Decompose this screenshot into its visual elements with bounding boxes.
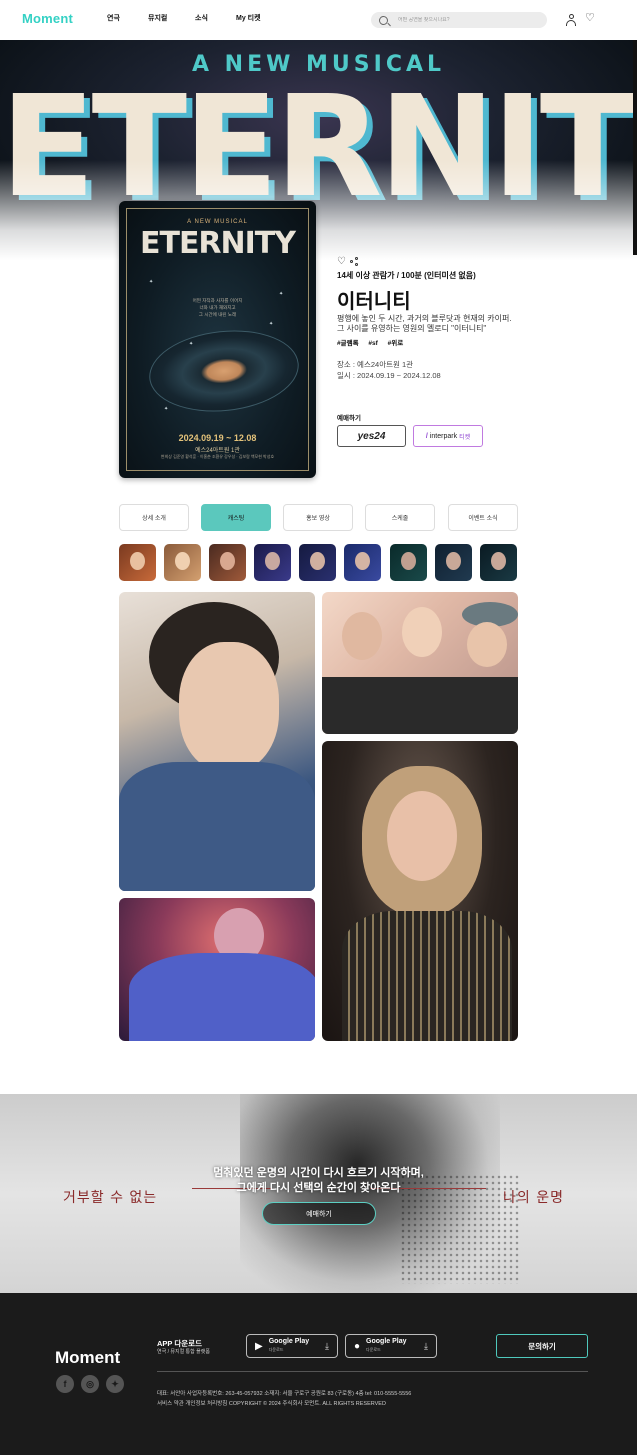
rating-runtime: 14세 이상 관람가 / 100분 (인터미션 없음): [337, 271, 476, 280]
scrollbar[interactable]: [633, 40, 637, 255]
nav-item-play[interactable]: 연극: [107, 13, 120, 23]
tag[interactable]: #위로: [388, 340, 404, 347]
cast-thumbnail[interactable]: [344, 544, 381, 581]
app-download-subtitle: 연극 / 뮤지컬 통합 플랫폼: [157, 1349, 210, 1355]
cast-thumbnail[interactable]: [299, 544, 336, 581]
banner-right-text: 나의 운명: [503, 1190, 564, 1206]
gallery-photo[interactable]: [119, 592, 315, 891]
star-icon: ✦: [189, 341, 194, 347]
cast-thumbnail[interactable]: [480, 544, 517, 581]
interpark-label: interpark: [429, 432, 458, 440]
cast-thumbnail[interactable]: [254, 544, 291, 581]
tab-events[interactable]: 이벤트 소식: [448, 504, 518, 531]
cast-thumbnail[interactable]: [164, 544, 201, 581]
google-play-icon: ▶: [255, 1340, 263, 1352]
poster-text-line: 너와 내가 재와지고: [199, 306, 236, 311]
cast-thumbnail[interactable]: [435, 544, 472, 581]
like-icon[interactable]: ♡: [337, 256, 346, 267]
venue-info: 장소 : 예스24아트원 1관 일시 : 2024.09.19 ~ 2024.1…: [337, 359, 441, 381]
venue-place: 장소 : 예스24아트원 1관: [337, 360, 414, 369]
download-icon: ⤓: [325, 1341, 329, 1351]
show-description: 평행에 놓인 두 시간, 과거의 블루닷과 현재의 카이퍼. 그 사이를 유영하…: [337, 314, 537, 334]
interpark-ticket-label: 티켓: [459, 434, 471, 441]
description-line: 평행에 놓인 두 시간, 과거의 블루닷과 현재의 카이퍼.: [337, 314, 512, 323]
apple-icon: ●: [354, 1340, 361, 1352]
tab-casting[interactable]: 캐스팅: [201, 504, 271, 531]
download-icon: ⤓: [424, 1341, 428, 1351]
tag[interactable]: #sf: [368, 340, 377, 347]
banner-left-text: 거부할 수 없는: [63, 1190, 158, 1206]
promo-banner: 멈춰있던 운명의 시간이 다시 흐르기 시작하며, 그에게 다시 선택의 순간이…: [0, 1094, 637, 1293]
cast-thumbnail[interactable]: [119, 544, 156, 581]
inquiry-button[interactable]: 문의하기: [496, 1334, 588, 1358]
nav-item-musical[interactable]: 뮤지컬: [148, 13, 167, 23]
venue-period: 일시 : 2024.09.19 ~ 2024.12.08: [337, 371, 441, 380]
store-sub: 다운로드: [366, 1347, 381, 1352]
poster-text: 어쩐 자작과 사자를 이어지 너와 내가 재와지고 그 시간에 내린 노래: [119, 298, 316, 319]
hero-fade: [0, 160, 637, 260]
company-info: 대표: 서안아 사업자등록번호: 263-45-057932 소재지: 서울 구…: [157, 1389, 411, 1409]
poster-title: ETERNITY: [139, 226, 296, 261]
app-store-button[interactable]: ● Google Play 다운로드 ⤓: [345, 1334, 437, 1358]
interpark-booking-button[interactable]: / interpark 티켓: [413, 425, 483, 447]
company-info-line: 대표: 서안아 사업자등록번호: 263-45-057932 소재지: 서울 구…: [157, 1391, 412, 1397]
footer-logo[interactable]: Moment: [55, 1348, 120, 1368]
poster-text-line: 어쩐 자작과 사자를 이어지: [192, 299, 243, 304]
tab-detail[interactable]: 상세 소개: [119, 504, 189, 531]
instagram-icon[interactable]: ◎: [81, 1375, 99, 1393]
tab-schedule[interactable]: 스케줄: [365, 504, 435, 531]
hero-banner: A NEW MUSICAL ETERNITY: [0, 40, 637, 260]
star-icon: ✦: [269, 321, 274, 327]
nav-item-news[interactable]: 소식: [195, 13, 208, 23]
store-name: Google Play: [366, 1338, 407, 1345]
google-play-button[interactable]: ▶ Google Play 다운로드 ⤓: [246, 1334, 338, 1358]
site-footer: Moment f ◎ ✦ APP 다운로드 연극 / 뮤지컬 통합 플랫폼 ▶ …: [0, 1293, 637, 1455]
gallery-photo[interactable]: [322, 592, 518, 734]
share-icon[interactable]: [350, 257, 359, 266]
booking-label: 예매하기: [337, 415, 361, 422]
star-icon: ✦: [164, 406, 169, 412]
nav-item-my-ticket[interactable]: My 티켓: [236, 13, 261, 23]
yes24-booking-button[interactable]: yes24: [337, 425, 406, 447]
user-icon[interactable]: [566, 14, 576, 26]
tag[interactable]: #글램록: [337, 340, 359, 347]
poster-text-line: 그 시간에 내린 노래: [198, 313, 237, 318]
poster-subtitle: A NEW MUSICAL: [187, 219, 248, 225]
store-name: Google Play: [268, 1338, 310, 1345]
footer-divider: [157, 1371, 588, 1372]
twitter-icon[interactable]: ✦: [106, 1375, 124, 1393]
gallery-photo[interactable]: [119, 898, 315, 1041]
star-icon: ✦: [149, 279, 154, 285]
top-header: Moment 연극 뮤지컬 소식 My 티켓 ♡: [0, 0, 637, 40]
brand-logo[interactable]: Moment: [22, 11, 73, 26]
show-title: 이터니티: [337, 291, 411, 313]
detail-tabs: 상세 소개 캐스팅 홍보 영상 스케줄 이벤트 소식: [119, 504, 518, 531]
interpark-logo-icon: /: [425, 432, 428, 440]
heart-icon[interactable]: ♡: [585, 13, 595, 24]
copyright-line: 서비스 약관 개인정보 처리방침 COPYRIGHT © 2024 주식회사 모…: [157, 1401, 386, 1407]
search-bar[interactable]: [371, 12, 547, 28]
search-icon: [379, 15, 388, 25]
tab-video[interactable]: 홍보 영상: [283, 504, 353, 531]
facebook-icon[interactable]: f: [56, 1375, 74, 1393]
store-sub: 다운로드: [268, 1347, 284, 1352]
gallery-photo[interactable]: [322, 741, 518, 1041]
banner-copy: 멈춰있던 운명의 시간이 다시 흐르기 시작하며,: [213, 1167, 424, 1179]
search-input[interactable]: [398, 17, 528, 23]
poster-dates: 2024.09.19 ~ 12.08: [178, 433, 257, 443]
cast-thumbnail[interactable]: [390, 544, 427, 581]
poster-cast: 변희상 김준영 황석훈 · 이홍춘 조환유 강우성 · 김보람 백모현 박성호: [160, 454, 275, 459]
description-line: 그 사이를 유영하는 영원의 멜로디 "이터니티": [337, 324, 487, 333]
poster-venue: 예스24아트원 1관: [195, 448, 240, 454]
show-poster: A NEW MUSICAL ETERNITY 어쩐 자작과 사자를 이어지 너와…: [119, 201, 316, 478]
tag-list: #글램록 #sf #위로: [337, 337, 411, 347]
banner-booking-button[interactable]: 예매하기: [262, 1202, 376, 1225]
cast-thumbnail[interactable]: [209, 544, 246, 581]
star-icon: ✦: [279, 291, 284, 297]
